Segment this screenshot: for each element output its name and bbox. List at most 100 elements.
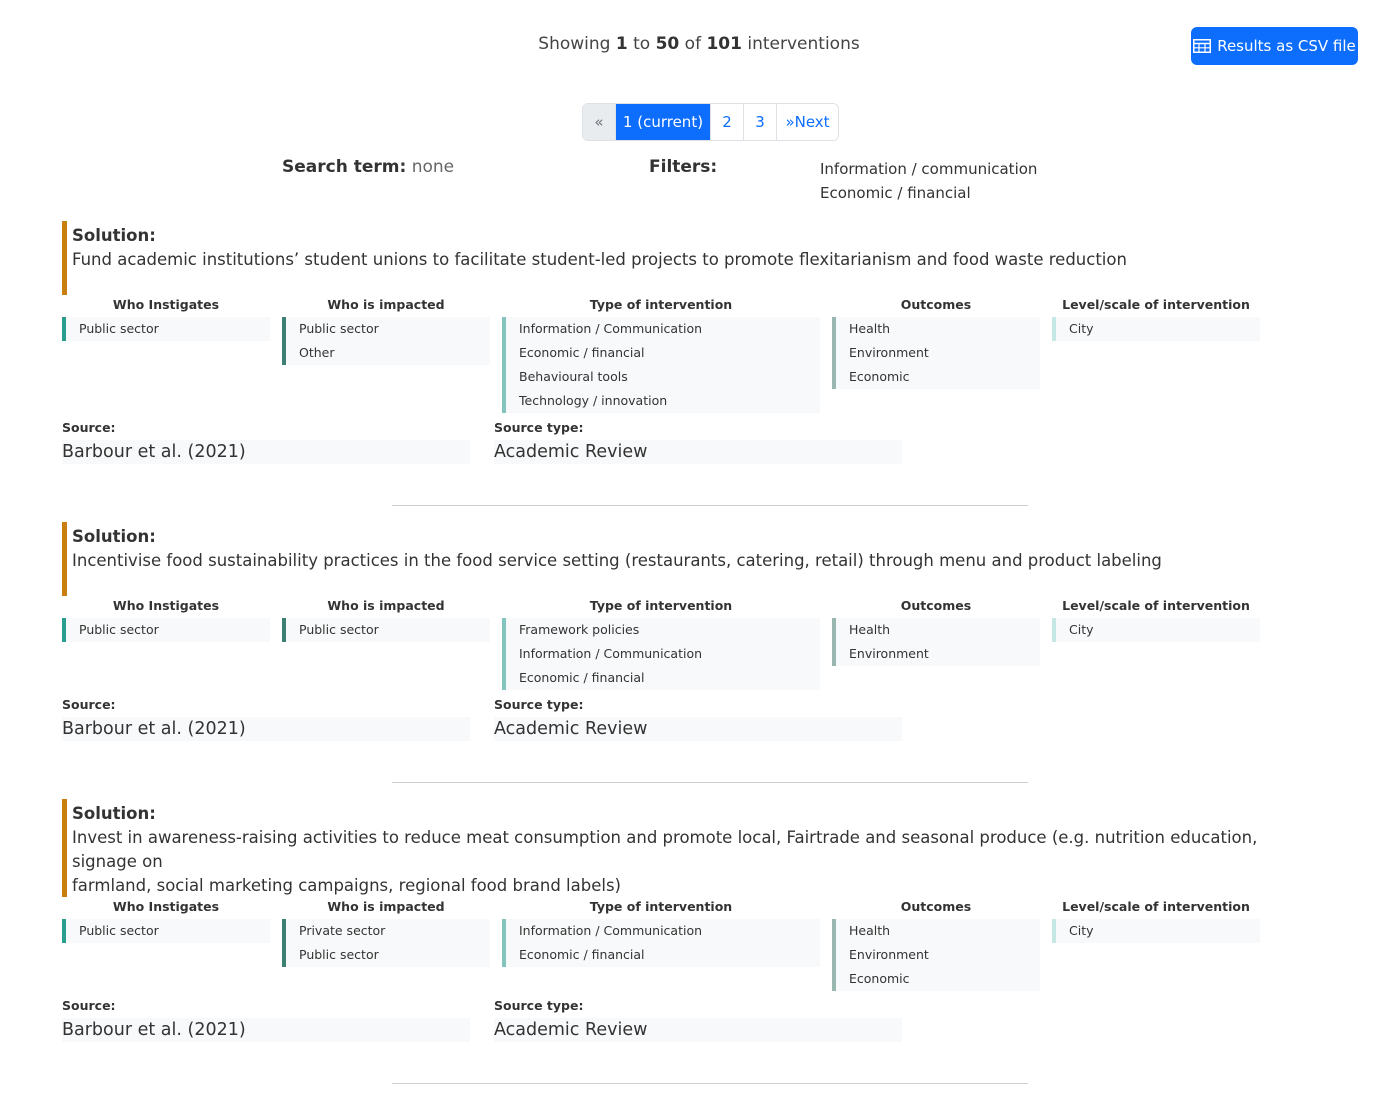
pagination-next[interactable]: »Next <box>776 104 838 140</box>
source-type-value: Academic Review <box>494 440 902 464</box>
summary-to: 50 <box>655 34 680 54</box>
source-label: Source: <box>62 697 116 712</box>
category-items: Health Environment <box>832 618 1040 666</box>
filter-item: Information / communication <box>820 160 1038 178</box>
category-outcomes: Outcomes Health Environment Economic <box>832 895 1040 991</box>
category-item: Environment <box>849 646 929 661</box>
category-type: Type of intervention Framework policies … <box>502 594 820 690</box>
solution-label: Solution: <box>72 527 156 546</box>
category-item: City <box>1069 923 1094 938</box>
category-who-instigates: Who Instigates Public sector <box>62 594 270 642</box>
category-title: Who is impacted <box>327 297 445 312</box>
category-item: Public sector <box>299 321 379 336</box>
category-title: Who is impacted <box>327 899 445 914</box>
category-item: Framework policies <box>519 622 640 637</box>
category-title: Who Instigates <box>112 297 220 312</box>
category-item: Health <box>849 321 891 336</box>
category-level: Level/scale of intervention City <box>1052 895 1260 943</box>
category-item: Economic / financial <box>519 947 645 962</box>
category-title: Type of intervention <box>589 899 733 914</box>
source-value: Barbour et al. (2021) <box>62 1018 470 1042</box>
filters-list: Information / communication Economic / f… <box>820 157 1037 205</box>
summary-prefix: Showing <box>538 34 611 54</box>
solution-text: Invest in awareness-raising activities t… <box>72 828 1258 871</box>
divider <box>392 1083 1028 1084</box>
category-who-impacted: Who is impacted Public sector Other <box>282 293 490 365</box>
category-title: Type of intervention <box>589 297 733 312</box>
source-type-value: Academic Review <box>494 1018 902 1042</box>
solution-card: Solution: Invest in awareness-raising ac… <box>62 799 1302 897</box>
category-item: Public sector <box>79 622 159 637</box>
category-who-impacted: Who is impacted Private sector Public se… <box>282 895 490 967</box>
category-items: Private sector Public sector <box>282 919 490 967</box>
category-item: Economic <box>849 369 910 384</box>
source-label: Source: <box>62 420 116 435</box>
search-term: Search term: none <box>282 157 454 177</box>
category-items: Information / Communication Economic / f… <box>502 317 820 413</box>
category-level: Level/scale of intervention City <box>1052 594 1260 642</box>
category-title: Outcomes <box>900 297 972 312</box>
category-title: Level/scale of intervention <box>1062 297 1250 312</box>
category-item: Information / Communication <box>519 646 703 661</box>
category-item: Technology / innovation <box>519 393 668 408</box>
category-title: Who is impacted <box>327 598 445 613</box>
summary-suffix: interventions <box>747 34 860 54</box>
category-items: Public sector <box>62 618 270 642</box>
search-term-label: Search term: <box>282 157 407 177</box>
category-title: Level/scale of intervention <box>1062 899 1250 914</box>
category-item: Information / Communication <box>519 321 703 336</box>
category-who-instigates: Who Instigates Public sector <box>62 895 270 943</box>
summary-from: 1 <box>615 34 628 54</box>
category-items: Public sector <box>62 317 270 341</box>
divider <box>392 505 1028 506</box>
category-type: Type of intervention Information / Commu… <box>502 895 820 967</box>
category-item: Behavioural tools <box>519 369 628 384</box>
solution-text: Incentivise food sustainability practice… <box>72 551 1162 570</box>
pagination-page-2[interactable]: 2 <box>710 104 743 140</box>
summary-of-word: of <box>684 34 702 54</box>
solution-header: Solution: Invest in awareness-raising ac… <box>62 799 1302 897</box>
divider <box>392 782 1028 783</box>
source-value: Barbour et al. (2021) <box>62 440 470 464</box>
category-item: Economic / financial <box>519 345 645 360</box>
summary-total: 101 <box>706 34 742 54</box>
category-item: Health <box>849 622 891 637</box>
source-type-label: Source type: <box>494 998 584 1013</box>
pagination-prev: « <box>583 104 615 140</box>
category-who-instigates: Who Instigates Public sector <box>62 293 270 341</box>
pagination-current[interactable]: 1 (current) <box>615 104 710 140</box>
filters-label: Filters: <box>649 157 718 177</box>
category-item: City <box>1069 622 1094 637</box>
category-title: Who Instigates <box>112 899 220 914</box>
solution-label: Solution: <box>72 804 156 823</box>
category-item: Economic / financial <box>519 670 645 685</box>
category-type: Type of intervention Information / Commu… <box>502 293 820 413</box>
category-item: Environment <box>849 345 929 360</box>
source-type-value: Academic Review <box>494 717 902 741</box>
category-who-impacted: Who is impacted Public sector <box>282 594 490 642</box>
table-icon <box>1193 39 1212 53</box>
source-type-label: Source type: <box>494 420 584 435</box>
category-item: City <box>1069 321 1094 336</box>
category-title: Outcomes <box>900 598 972 613</box>
category-item: Environment <box>849 947 929 962</box>
category-item: Public sector <box>299 947 379 962</box>
category-item: Public sector <box>79 321 159 336</box>
csv-button-label: Results as CSV file <box>1217 37 1356 55</box>
category-title: Type of intervention <box>589 598 733 613</box>
category-item: Public sector <box>79 923 159 938</box>
category-items: Health Environment Economic <box>832 919 1040 991</box>
source-type-label: Source type: <box>494 697 584 712</box>
category-items: Public sector <box>62 919 270 943</box>
category-item: Health <box>849 923 891 938</box>
category-item: Other <box>299 345 335 360</box>
category-items: Public sector Other <box>282 317 490 365</box>
solution-card: Solution: Incentivise food sustainabilit… <box>62 522 1302 596</box>
csv-download-button[interactable]: Results as CSV file <box>1191 27 1358 65</box>
filter-item: Economic / financial <box>820 184 971 202</box>
source-label: Source: <box>62 998 116 1013</box>
category-items: Framework policies Information / Communi… <box>502 618 820 690</box>
pagination-page-3[interactable]: 3 <box>743 104 776 140</box>
solution-label: Solution: <box>72 226 156 245</box>
category-items: Information / Communication Economic / f… <box>502 919 820 967</box>
